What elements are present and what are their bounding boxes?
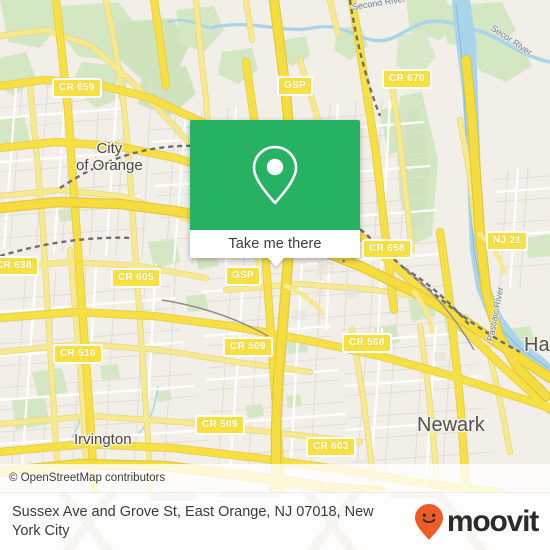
road-shield-cr-638: CR 638 — [0, 256, 39, 276]
osm-attribution-text: © OpenStreetMap contributors — [9, 472, 166, 484]
place-label-irvington: Irvington — [74, 431, 132, 448]
road-shield-gsp-2: GSP — [225, 266, 262, 286]
footer-bar: Sussex Ave and Grove St, East Orange, NJ… — [0, 492, 550, 550]
moovit-logo: moovit — [414, 503, 539, 541]
road-shield-cr-605: CR 605 — [111, 268, 161, 288]
popup-pointer — [268, 258, 284, 267]
location-popup-card[interactable]: Take me there — [190, 120, 360, 267]
osm-attribution[interactable]: © OpenStreetMap contributors — [0, 464, 550, 492]
place-label-harrison: Har — [524, 334, 550, 356]
map-screen: .bg{fill:#f2efe9;} .park{fill:#d4e7c3;} … — [0, 0, 550, 550]
place-label-newark: Newark — [417, 414, 485, 436]
road-shield-cr-508: CR 508 — [342, 333, 392, 353]
place-label-city-of-orange: City of Orange — [76, 140, 143, 174]
map-pin-icon — [252, 145, 298, 205]
road-shield-cr-510: CR 510 — [53, 344, 103, 364]
road-shield-cr-659: CR 659 — [52, 78, 102, 98]
road-shield-gsp: GSP — [277, 76, 314, 96]
road-shield-cr-603: CR 603 — [306, 437, 356, 457]
map-viewport[interactable]: .bg{fill:#f2efe9;} .park{fill:#d4e7c3;} … — [0, 0, 550, 492]
moovit-wordmark: moovit — [446, 504, 539, 538]
road-shield-cr-509: CR 509 — [223, 337, 273, 357]
moovit-pin-smile-icon — [414, 503, 443, 540]
road-shield-nj-21: NJ 21 — [486, 231, 529, 251]
take-me-there-label: Take me there — [228, 236, 322, 252]
road-shield-cr-670: CR 670 — [382, 69, 432, 89]
take-me-there-button[interactable]: Take me there — [190, 230, 360, 258]
popup-header — [190, 120, 360, 230]
road-shield-cr-658: CR 658 — [362, 239, 412, 259]
road-shield-cr-509-2: CR 509 — [195, 415, 245, 435]
address-label: Sussex Ave and Grove St, East Orange, NJ… — [12, 503, 374, 539]
